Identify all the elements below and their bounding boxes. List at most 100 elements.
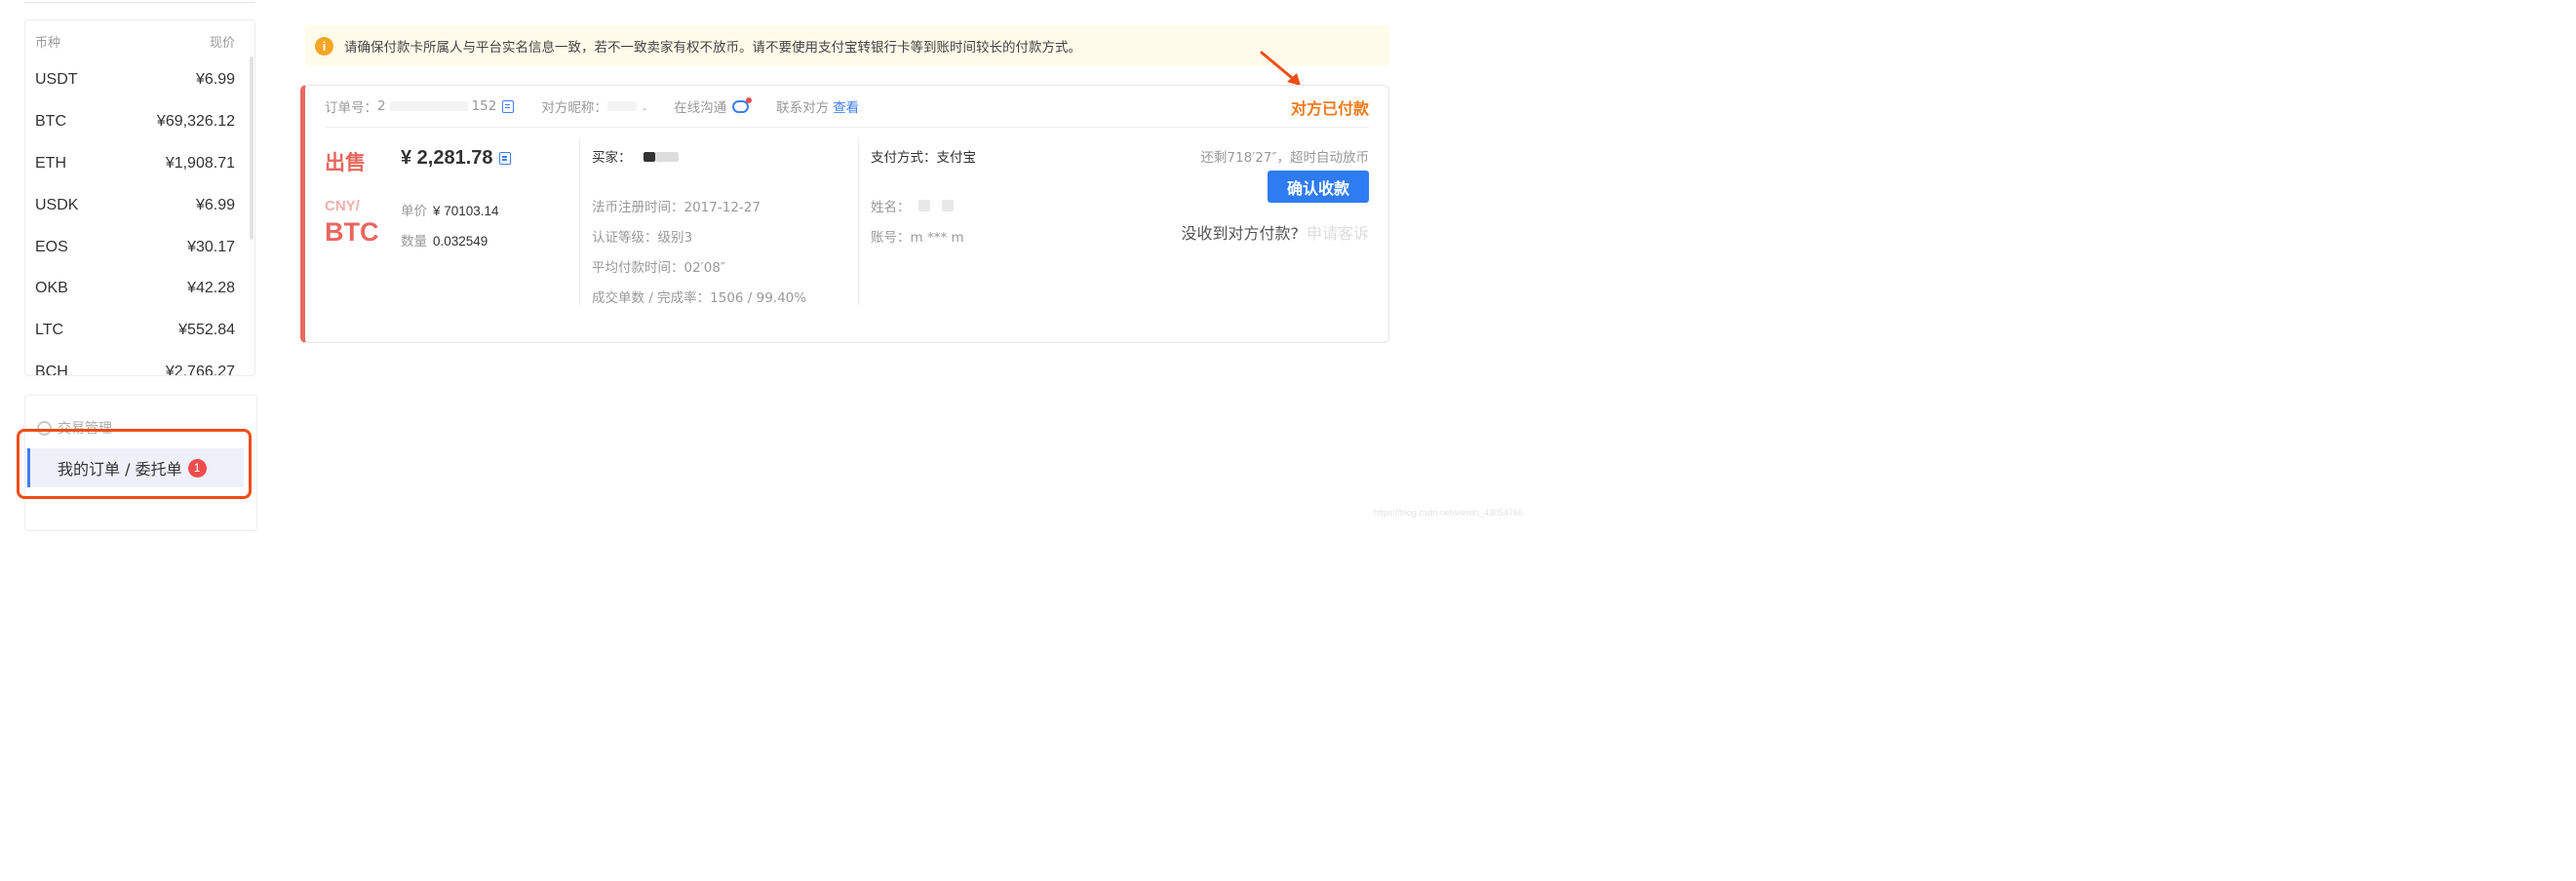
not-received-row: 没收到对方付款? 申请客诉: [1181, 220, 1369, 244]
price-row-usdt[interactable]: USDT ¥6.99: [25, 59, 254, 101]
payment-method: 支付方式：支付宝: [871, 146, 976, 166]
coin-symbol: USDK: [35, 196, 79, 213]
redacted-name: [942, 200, 955, 211]
coin-symbol: BTC: [35, 113, 66, 131]
counterparty-nickname: 对方昵称： .: [541, 96, 646, 116]
annotation-highlight-box: [17, 429, 252, 499]
order-total: ¥ 2,281.78: [401, 147, 511, 170]
price-list: USDT ¥6.99 BTC ¥69,326.12 ETH ¥1,908.71 USD…: [25, 59, 254, 376]
buyer-label: 买家：: [592, 150, 632, 166]
price-row-eos[interactable]: EOS ¥30.17: [25, 226, 254, 268]
price-column-header: 现价: [209, 36, 235, 51]
price-row-usdk[interactable]: USDK ¥6.99: [25, 184, 254, 226]
not-received-text: 没收到对方付款?: [1181, 224, 1299, 243]
currency-column-header: 币种: [35, 36, 61, 51]
deals-value: 1506 / 99.40%: [710, 290, 807, 306]
order-total-amount: ¥ 2,281.78: [401, 147, 493, 169]
view-contact-link[interactable]: 查看: [833, 96, 859, 116]
order-number-label: 订单号：: [325, 100, 377, 116]
avg-pay-time-value: 02′08″: [683, 260, 725, 276]
coin-symbol: LTC: [35, 322, 64, 339]
cert-level-label: 认证等级：: [592, 230, 658, 246]
redacted-name: [917, 200, 930, 211]
coin-symbol: BCH: [35, 363, 68, 376]
payee-name: 姓名：: [871, 196, 955, 215]
name-label: 姓名：: [871, 200, 911, 215]
redacted-order-number: [389, 101, 468, 111]
order-actions: 还剩718′27″，超时自动放币 确认收款 没收到对方付款? 申请客诉: [1135, 139, 1369, 256]
avg-pay-time: 平均付款时间：02′08″: [592, 256, 725, 276]
notice-banner: i 请确保付款卡所属人与平台实名信息一致，若不一致卖家有权不放币。请不要使用支付…: [305, 25, 1389, 66]
divider: [858, 139, 859, 305]
coin-symbol: OKB: [35, 280, 68, 297]
order-status: 对方已付款: [1290, 99, 1369, 118]
unit-price-value: ¥ 70103.14: [433, 204, 499, 218]
price-row-eth[interactable]: ETH ¥1,908.71: [25, 143, 254, 185]
deals-label: 成交单数 / 完成率：: [592, 290, 711, 306]
cert-level: 认证等级：级别3: [592, 226, 692, 246]
notice-text: 请确保付款卡所属人与平台实名信息一致，若不一致卖家有权不放币。请不要使用支付宝转…: [344, 40, 1081, 56]
copy-icon[interactable]: [502, 99, 515, 113]
order-card: 订单号： 2 152 对方昵称： . 在线沟通 联系对方 查看 对方已付款 出售…: [300, 85, 1389, 343]
base-coin: BTC: [325, 217, 379, 247]
order-card-header: 订单号： 2 152 对方昵称： . 在线沟通 联系对方 查看 对方已付款: [325, 86, 1369, 128]
fiat-register-time: 法币注册时间：2017-12-27: [592, 196, 761, 215]
coin-symbol: ETH: [35, 154, 66, 172]
info-icon: i: [315, 36, 333, 56]
confirm-receipt-button[interactable]: 确认收款: [1268, 171, 1369, 203]
order-side: 出售: [325, 151, 366, 174]
chat-icon[interactable]: [732, 96, 753, 113]
coin-price: ¥552.84: [178, 322, 235, 339]
price-row-bch[interactable]: BCH ¥2,766.27: [25, 352, 254, 376]
order-number-end: 152: [471, 98, 497, 114]
price-row-btc[interactable]: BTC ¥69,326.12: [25, 101, 254, 143]
price-row-okb[interactable]: OKB ¥42.28: [25, 268, 254, 310]
quote-currency: CNY/: [325, 198, 360, 214]
pay-method-value: 支付宝: [936, 150, 977, 166]
quantity: 数量 0.032549: [401, 230, 488, 249]
account-value: m *** m: [910, 230, 964, 246]
price-list-scrollbar[interactable]: [250, 57, 254, 240]
chat-label: 在线沟通: [674, 100, 727, 116]
coin-price: ¥6.99: [195, 71, 235, 89]
coin-price: ¥6.99: [195, 196, 235, 213]
quantity-value: 0.032549: [433, 234, 488, 249]
coin-price: ¥69,326.12: [156, 113, 235, 131]
price-list-panel: 币种 现价 USDT ¥6.99 BTC ¥69,326.12 ETH ¥1,908.…: [24, 19, 255, 376]
contact-counterparty: 联系对方 查看: [776, 96, 859, 116]
unit-price: 单价 ¥ 70103.14: [401, 200, 499, 219]
pay-method-label: 支付方式：: [871, 150, 937, 166]
order-summary: 出售 ¥ 2,281.78 CNY/ BTC 单价 ¥ 70103.14 数量 0.…: [325, 139, 573, 305]
cert-level-value: 级别3: [657, 230, 693, 246]
redacted-buyer-initial: [643, 152, 655, 162]
contact-label: 联系对方: [776, 100, 830, 116]
coin-symbol: USDT: [35, 71, 78, 89]
remaining-time: 还剩718′27″，超时自动放币: [1200, 150, 1369, 166]
fiat-register-label: 法币注册时间：: [592, 200, 684, 215]
deal-stats: 成交单数 / 完成率：1506 / 99.40%: [592, 287, 806, 306]
nickname-label: 对方昵称：: [541, 100, 607, 116]
quantity-label: 数量: [401, 234, 427, 249]
copy-icon[interactable]: [498, 152, 511, 165]
appeal-link[interactable]: 申请客诉: [1307, 224, 1369, 243]
price-row-ltc[interactable]: LTC ¥552.84: [25, 310, 254, 352]
unit-price-label: 单价: [401, 204, 427, 219]
redacted-buyer-name: [654, 152, 679, 162]
nickname-tail: .: [642, 98, 647, 114]
payee-account: 账号：m *** m: [871, 226, 964, 246]
fiat-register-value: 2017-12-27: [683, 200, 761, 215]
coin-price: ¥30.17: [187, 238, 235, 255]
coin-price: ¥1,908.71: [165, 154, 235, 172]
order-number-start: 2: [377, 98, 386, 114]
buyer: 买家：: [592, 146, 679, 166]
coin-symbol: EOS: [35, 238, 68, 255]
account-label: 账号：: [871, 230, 911, 246]
panel-top-edge: [24, 0, 255, 3]
redacted-nickname: [606, 101, 637, 111]
divider: [579, 139, 580, 305]
coin-price: ¥42.28: [187, 280, 235, 297]
coin-price: ¥2,766.27: [165, 363, 235, 376]
annotation-arrow: [1260, 51, 1301, 86]
watermark: https://blog.csdn.net/weixin_43054766: [1373, 508, 1523, 517]
online-chat[interactable]: 在线沟通: [674, 96, 753, 116]
